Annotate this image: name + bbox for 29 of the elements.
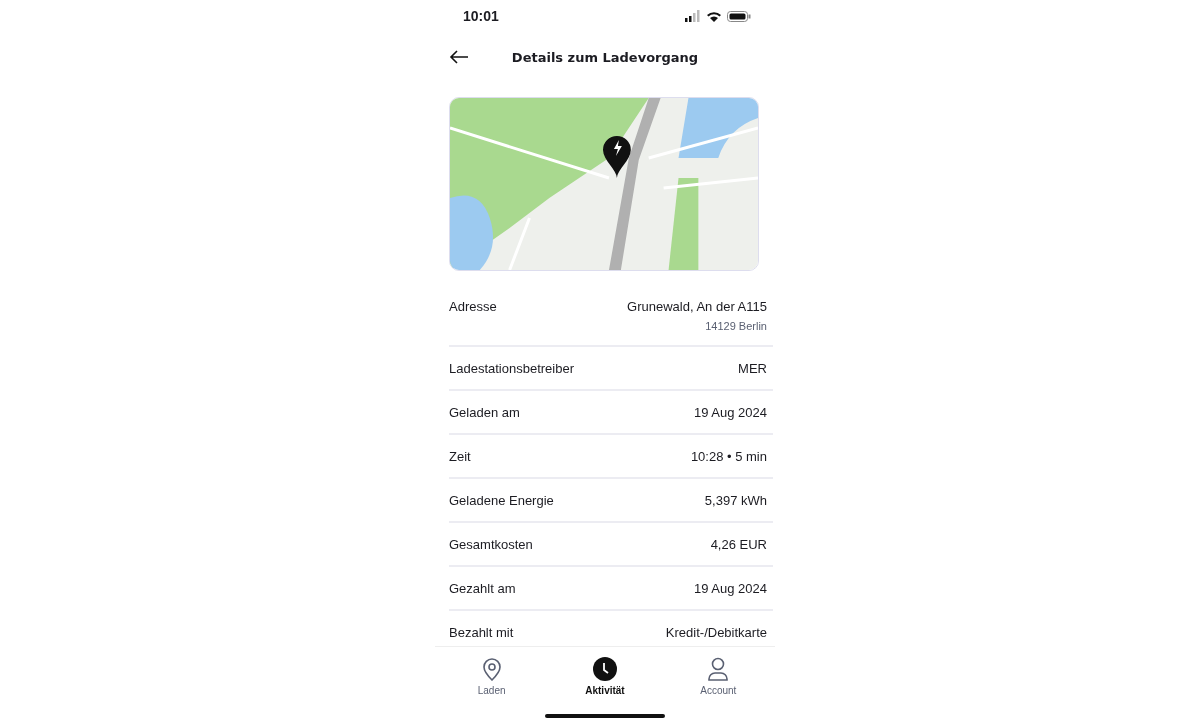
person-icon <box>707 657 730 681</box>
detail-value: 4,26 EUR <box>710 537 767 552</box>
detail-value: 19 Aug 2024 <box>693 581 767 596</box>
detail-value: Kredit-/Debitkarte <box>665 625 767 640</box>
detail-value: 10:28 • 5 min <box>690 449 767 464</box>
tab-bar-item[interactable]: Laden <box>446 657 537 696</box>
signal-icon <box>685 10 700 22</box>
clock-icon <box>593 657 617 681</box>
page-title: Details zum Ladevorgang <box>510 49 700 65</box>
wifi-icon <box>706 10 721 22</box>
detail-label: Zeit <box>449 449 471 464</box>
detail-label: Adresse <box>449 299 497 314</box>
tab-bar-item[interactable]: Aktivität <box>560 657 650 696</box>
detail-label: Gezahlt am <box>449 581 516 596</box>
detail-value: 5,397 kWh <box>704 493 767 508</box>
detail-label: Bezahlt mit <box>449 625 514 640</box>
back-button[interactable] <box>449 50 469 64</box>
detail-value: Grunewald, An der A115 <box>627 299 767 314</box>
detail-value: MER <box>738 361 767 376</box>
detail-label: Ladestationsbetreiber <box>449 361 575 376</box>
detail-label: Geladen am <box>449 405 520 420</box>
tab-bar-item[interactable]: Account <box>673 657 764 696</box>
detail-subvalue: 14129 Berlin <box>705 320 767 332</box>
detail-label: Gesamtkosten <box>449 537 533 552</box>
detail-value: 19 Aug 2024 <box>693 405 767 420</box>
status-time: 10:01 <box>463 8 499 24</box>
location-pin-icon <box>481 657 502 681</box>
detail-label: Geladene Energie <box>449 493 554 508</box>
battery-icon <box>727 10 751 22</box>
